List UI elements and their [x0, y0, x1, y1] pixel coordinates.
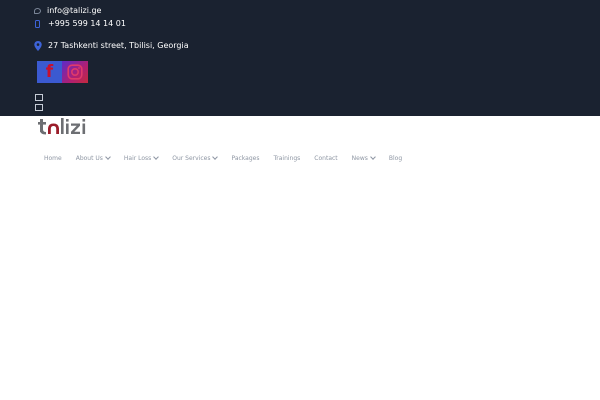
social-links: f: [37, 61, 88, 83]
nav-item-trainings[interactable]: Trainings: [273, 155, 300, 162]
facebook-icon[interactable]: f: [37, 61, 62, 83]
phone-contact[interactable]: +995 599 14 14 01: [34, 17, 126, 31]
nav-item-packages[interactable]: Packages: [231, 155, 259, 162]
map-pin-icon: [34, 41, 42, 51]
phone-text[interactable]: +995 599 14 14 01: [48, 18, 126, 30]
mobile-phone-icon: [35, 20, 40, 28]
email-contact[interactable]: info@talizi.ge: [34, 4, 101, 18]
chevron-down-icon: [153, 153, 160, 160]
instagram-icon[interactable]: [62, 61, 88, 83]
email-text[interactable]: info@talizi.ge: [47, 5, 101, 17]
nav-item-our-services[interactable]: Our Services: [172, 153, 219, 162]
chevron-down-icon: [212, 153, 219, 160]
search-toggle-checkbox[interactable]: [35, 104, 43, 111]
facebook-glyph: f: [45, 62, 54, 82]
talizi-logo[interactable]: [38, 117, 92, 135]
chat-bubble-icon: [34, 8, 41, 14]
nav-item-home[interactable]: Home: [44, 155, 62, 162]
address-contact[interactable]: 27 Tashkenti street, Tbilisi, Georgia: [34, 39, 189, 53]
main-navigation: Home About Us Hair Loss Our Services Pac…: [44, 152, 416, 164]
nav-item-hair-loss[interactable]: Hair Loss: [124, 153, 160, 162]
nav-item-news[interactable]: News: [352, 153, 376, 162]
top-contact-bar: info@talizi.ge +995 599 14 14 01 27 Tash…: [0, 0, 600, 116]
nav-item-about-us[interactable]: About Us: [76, 153, 111, 162]
menu-toggle-checkbox[interactable]: [35, 94, 43, 101]
address-text: 27 Tashkenti street, Tbilisi, Georgia: [48, 41, 189, 50]
nav-item-contact[interactable]: Contact: [314, 155, 337, 162]
chevron-down-icon: [105, 153, 111, 160]
nav-item-blog[interactable]: Blog: [389, 155, 402, 162]
chevron-down-icon: [370, 153, 376, 160]
